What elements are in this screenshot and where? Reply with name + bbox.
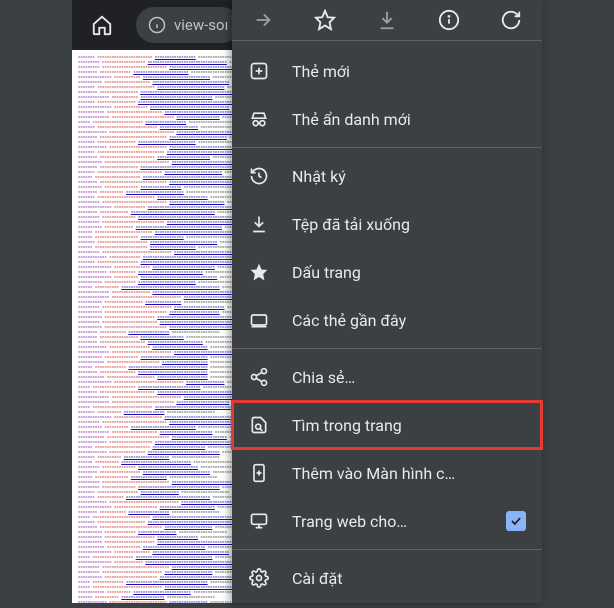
info-icon xyxy=(148,16,166,34)
forward-icon[interactable] xyxy=(243,0,283,40)
menu-item-label: Cài đặt xyxy=(292,569,526,588)
incognito-icon xyxy=(248,108,270,130)
menu-item-label: Thẻ ẩn danh mới xyxy=(292,110,526,129)
menu-recent-tabs[interactable]: Các thẻ gần đây xyxy=(232,296,542,344)
browser-window: view-soı xxxxxxx xxxxxxxxxxxxxxxxxxxxxxx… xyxy=(72,0,542,603)
menu-separator xyxy=(232,348,542,349)
home-icon[interactable] xyxy=(82,5,122,45)
menu-item-label: Trang web cho… xyxy=(292,512,484,531)
menu-find-in-page[interactable]: Tìm trong trang xyxy=(232,401,542,449)
desktop-checkbox[interactable] xyxy=(506,511,526,531)
menu-desktop-site[interactable]: Trang web cho… xyxy=(232,497,542,545)
menu-item-label: Nhật ký xyxy=(292,167,526,186)
menu-history[interactable]: Nhật ký xyxy=(232,152,542,200)
menu-item-label: Dấu trang xyxy=(292,263,526,282)
menu-top-row xyxy=(232,0,542,41)
menu-settings[interactable]: Cài đặt xyxy=(232,554,542,602)
menu-item-label: Các thẻ gần đây xyxy=(292,311,526,330)
menu-separator xyxy=(232,147,542,148)
new-tab-icon xyxy=(248,60,270,82)
bookmark-star-icon xyxy=(248,261,270,283)
add-home-icon xyxy=(248,462,270,484)
settings-icon xyxy=(248,567,270,589)
reload-icon[interactable] xyxy=(491,0,531,40)
menu-list: Thẻ mới Thẻ ẩn danh mới Nhật ký Tệp đã xyxy=(232,41,542,608)
desktop-icon xyxy=(248,510,270,532)
menu-item-label: Chia sẻ… xyxy=(292,368,526,387)
page-source-view: xxxxxxx xxxxxxxxxxxxxxxxxxxxxxx xxxxxxxx… xyxy=(72,50,232,603)
history-icon xyxy=(248,165,270,187)
menu-item-label: Thẻ mới xyxy=(292,62,526,81)
menu-item-label: Tìm trong trang xyxy=(292,416,526,435)
menu-new-tab[interactable]: Thẻ mới xyxy=(232,47,542,95)
menu-add-to-home[interactable]: Thêm vào Màn hình c… xyxy=(232,449,542,497)
overflow-menu: Thẻ mới Thẻ ẩn danh mới Nhật ký Tệp đã xyxy=(232,0,542,603)
menu-incognito[interactable]: Thẻ ẩn danh mới xyxy=(232,95,542,143)
url-text: view-soı xyxy=(174,16,228,34)
share-icon xyxy=(248,366,270,388)
download-icon[interactable] xyxy=(367,0,407,40)
recent-tabs-icon xyxy=(248,309,270,331)
menu-downloads[interactable]: Tệp đã tải xuống xyxy=(232,200,542,248)
menu-item-label: Thêm vào Màn hình c… xyxy=(292,464,526,483)
menu-item-label: Tệp đã tải xuống xyxy=(292,215,526,234)
menu-bookmarks[interactable]: Dấu trang xyxy=(232,248,542,296)
menu-share[interactable]: Chia sẻ… xyxy=(232,353,542,401)
url-field[interactable]: view-soı xyxy=(136,7,240,43)
info-icon[interactable] xyxy=(429,0,469,40)
find-icon xyxy=(248,414,270,436)
download-arrow-icon xyxy=(248,213,270,235)
star-icon[interactable] xyxy=(305,0,345,40)
menu-separator xyxy=(232,549,542,550)
